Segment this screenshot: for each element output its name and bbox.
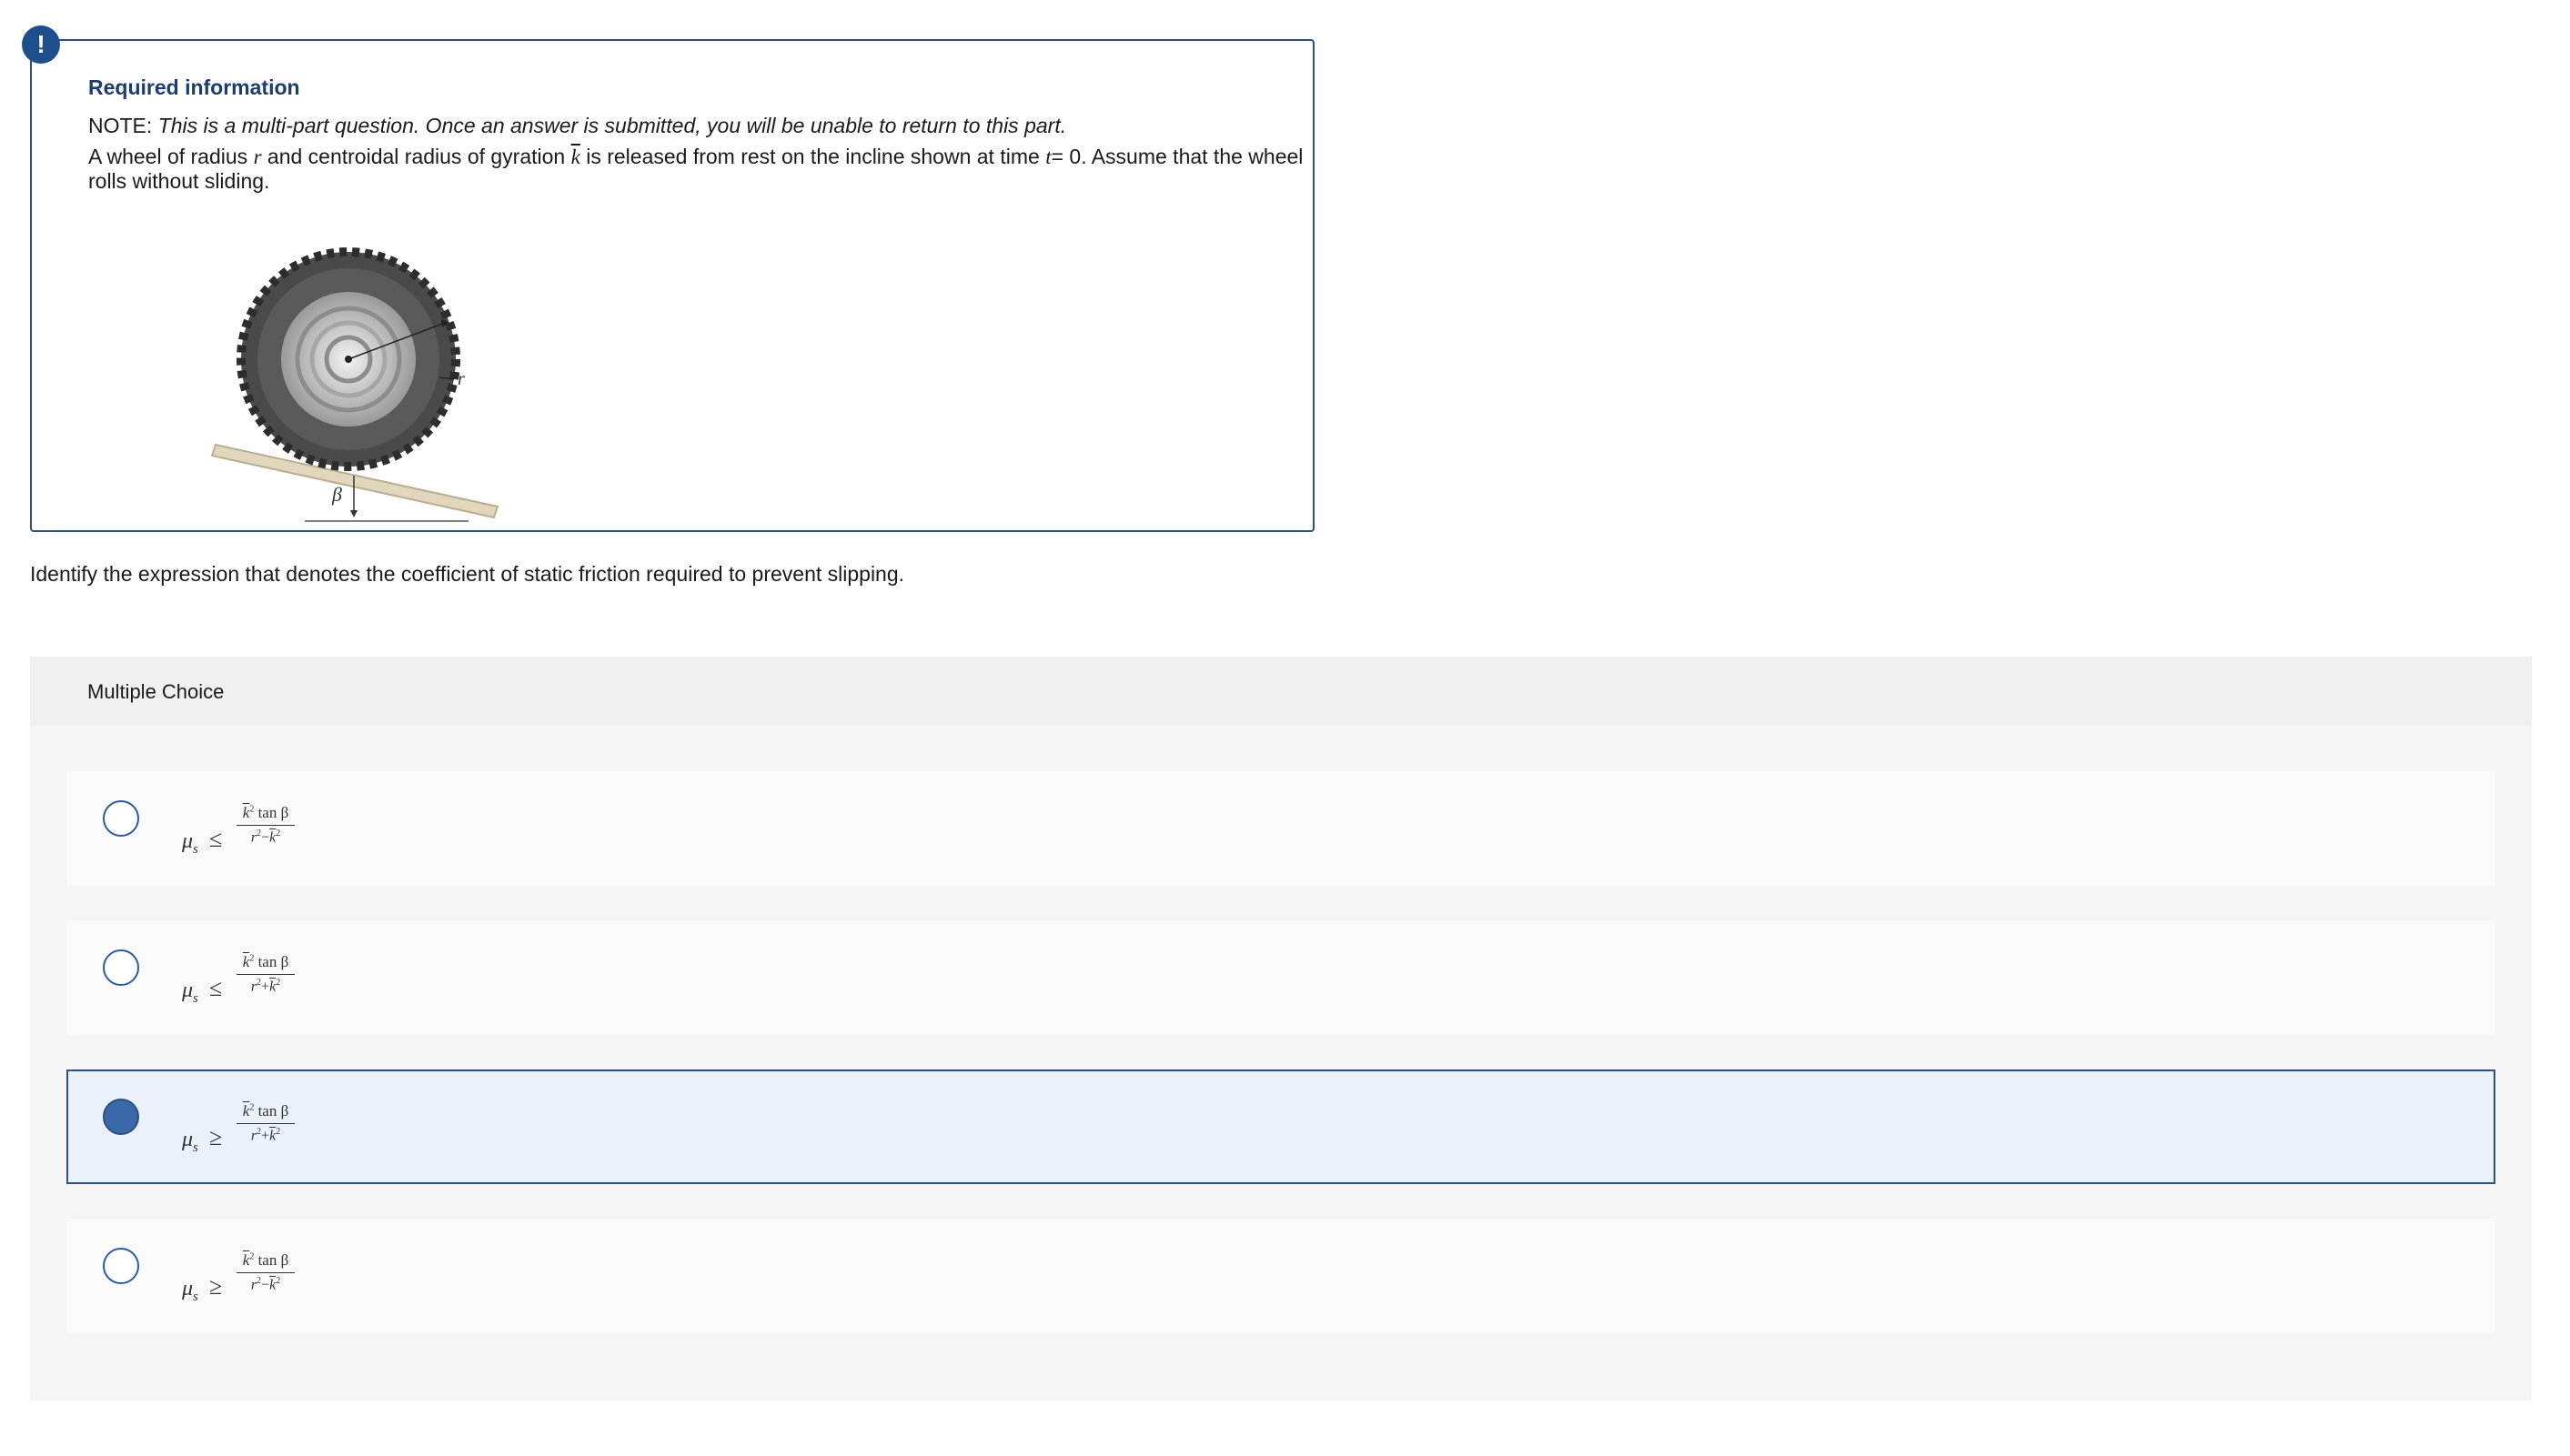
multiple-choice-header: Multiple Choice [30, 657, 2532, 726]
mu-symbol: μs [182, 979, 198, 1006]
problem-var-r: r [253, 146, 262, 168]
note-body: This is a multi-part question. Once an a… [157, 114, 1067, 137]
problem-statement: A wheel of radius r and centroidal radiu… [88, 145, 1307, 194]
relation-symbol: ≥ [209, 1273, 223, 1300]
fraction: k2 tan β r2−k2 [237, 1251, 295, 1293]
note-prefix: NOTE: [88, 114, 153, 137]
question-prompt: Identify the expression that denotes the… [30, 562, 905, 586]
problem-text-a: A wheel of radius [88, 145, 248, 168]
radio-button[interactable] [103, 949, 139, 986]
mu-symbol: μs [182, 1128, 198, 1155]
radio-button[interactable] [103, 1248, 139, 1284]
relation-symbol: ≤ [209, 975, 223, 1001]
note-text: NOTE: This is a multi-part question. Onc… [88, 114, 1289, 138]
relation-symbol: ≤ [209, 826, 223, 852]
alert-icon: ! [22, 25, 60, 64]
fraction: k2 tan β r2−k2 [237, 804, 295, 846]
required-information-panel: Required information NOTE: This is a mul… [30, 39, 1315, 532]
problem-text-c: is released from rest on the incline sho… [586, 145, 1040, 168]
info-title: Required information [88, 75, 300, 99]
fraction: k2 tan β r2+k2 [237, 1102, 295, 1144]
mu-symbol: μs [182, 1277, 198, 1304]
choice-option-3[interactable]: μs ≥ k2 tan β r2+k2 [66, 1069, 2495, 1184]
mu-symbol: μs [182, 829, 198, 857]
problem-var-k: k [570, 146, 580, 168]
problem-text-b: and centroidal radius of gyration [267, 145, 566, 168]
multiple-choice-panel: Multiple Choice μs ≤ k2 tan β r2−k2 μs ≤… [30, 657, 2532, 1401]
angle-label-beta: β [331, 483, 342, 506]
radio-button[interactable] [103, 800, 139, 837]
multiple-choice-label: Multiple Choice [87, 680, 225, 703]
wheel-on-incline-figure: β r [210, 247, 499, 522]
radio-button-selected[interactable] [103, 1099, 139, 1135]
choice-option-2[interactable]: μs ≤ k2 tan β r2+k2 [66, 920, 2495, 1035]
relation-symbol: ≥ [209, 1124, 223, 1150]
fraction: k2 tan β r2+k2 [237, 953, 295, 995]
radius-label-r: r [458, 369, 465, 389]
choice-option-4[interactable]: μs ≥ k2 tan β r2−k2 [66, 1219, 2495, 1333]
choice-option-1[interactable]: μs ≤ k2 tan β r2−k2 [66, 771, 2495, 886]
